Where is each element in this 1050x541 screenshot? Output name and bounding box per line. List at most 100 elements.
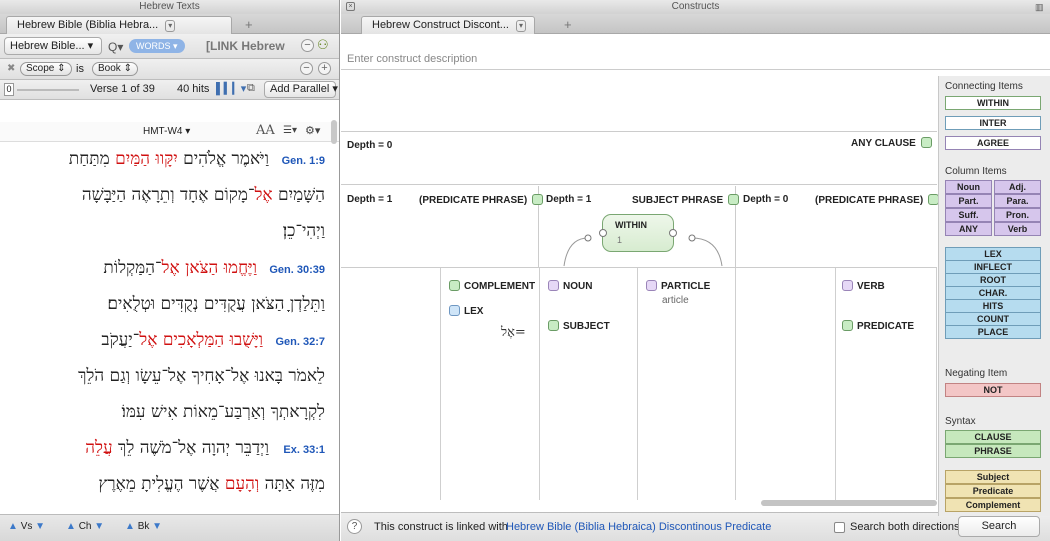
chevron-down-icon[interactable]: ▾ [516,20,527,32]
predicate-phrase-cell-1[interactable]: Depth = 1 (PREDICATE PHRASE) [341,186,543,268]
column-item-lex[interactable]: LEX [945,247,1041,261]
font-size-button[interactable]: AA [256,123,275,138]
layout-icon[interactable]: ☰▾ [283,125,297,136]
book-select[interactable]: Book ⇕ [92,62,138,76]
search-input[interactable]: [LINK Hebrew [206,39,285,53]
add-filter-icon[interactable]: + [318,62,331,75]
column-item-para[interactable]: Para. [994,194,1041,208]
checkbox-icon[interactable] [842,280,853,291]
copy-icon[interactable]: ⧉ [247,82,255,95]
sidebar-toggle-icon[interactable]: ▥ [1035,2,1044,13]
checkbox-icon[interactable] [548,280,559,291]
column-item-pron[interactable]: Pron. [994,208,1041,222]
connecting-item-within[interactable]: WITHIN [945,96,1041,110]
hit-highlight[interactable]: יִקָּווּ הַמַּיִם [115,149,178,169]
lex-item[interactable]: LEX [449,305,483,317]
scope-select[interactable]: Scope ⇕ [20,62,72,76]
column-item-verb[interactable]: Verb [994,222,1041,236]
column-6[interactable]: VERB PREDICATE [836,268,937,500]
any-clause-item[interactable]: ANY CLAUSE [851,137,932,149]
connecting-item-inter[interactable]: INTER [945,116,1041,130]
column-item-place[interactable]: PLACE [945,325,1041,339]
hit-highlight[interactable]: עֲלֵה [85,438,112,458]
people-icon[interactable]: ⚇ [317,37,329,53]
help-icon[interactable]: ? [347,519,362,534]
subject-item[interactable]: SUBJECT [548,320,610,332]
checkbox-icon[interactable] [646,280,657,291]
version-selector[interactable]: HMT-W4 ▾ [143,126,190,137]
description-input[interactable]: Enter construct description [341,48,1050,70]
predicate-item[interactable]: PREDICATE [842,320,914,332]
verb-item[interactable]: VERB [842,280,885,292]
search-icon[interactable]: Q▾ [108,40,123,54]
negating-item-not[interactable]: NOT [945,383,1041,397]
connecting-item-agree[interactable]: AGREE [945,136,1041,150]
verse-reference[interactable]: Ex. 33:1 [283,444,325,456]
syntax-item-subject[interactable]: Subject [945,470,1041,484]
scrollbar-thumb[interactable] [331,120,337,144]
column-item-root[interactable]: ROOT [945,273,1041,287]
chevron-down-icon[interactable]: ▾ [165,20,176,32]
hit-highlight[interactable]: אֶל [254,185,272,205]
within-node[interactable]: WITHIN 1 [599,214,677,252]
linked-resource-link[interactable]: Hebrew Bible (Biblia Hebraica) Discontin… [506,521,771,533]
tab-hebrew-bible[interactable]: Hebrew Bible (Biblia Hebra... ▾ [6,16,232,34]
syntax-item-complement[interactable]: Complement [945,498,1041,512]
close-filter-icon[interactable]: ✖ [7,63,15,74]
close-window-icon[interactable]: × [346,2,355,11]
predicate-phrase-cell-2[interactable]: Depth = 0 (PREDICATE PHRASE) [737,186,939,268]
verse-slider[interactable] [17,89,79,91]
checkbox-icon[interactable] [449,305,460,316]
verse-input[interactable]: 0 [4,83,14,96]
syntax-item-predicate[interactable]: Predicate [945,484,1041,498]
resource-selector[interactable]: Hebrew Bible... ▾ [4,37,102,55]
gear-icon[interactable]: ⚙▾ [305,124,320,137]
predicate-phrase-item[interactable]: (PREDICATE PHRASE) [815,194,943,206]
complement-item[interactable]: COMPLEMENT [449,280,535,292]
words-chip[interactable]: WORDS ▾ [129,39,185,53]
hit-highlight[interactable]: וַיָּשֻׁבוּ הַמַּלְאָכִים אֶל [139,330,263,350]
add-tab-icon[interactable]: + [564,17,572,32]
column-item-suff[interactable]: Suff. [945,208,992,222]
noun-item[interactable]: NOUN [548,280,592,292]
column-item-inflect[interactable]: INFLECT [945,260,1041,274]
column-item-any[interactable]: ANY [945,222,992,236]
chapter-nav[interactable]: ▲ Ch ▼ [66,521,104,532]
verse-nav[interactable]: ▲ Vs ▼ [8,521,45,532]
checkbox-icon[interactable] [548,320,559,331]
graph-icon[interactable]: ▌▍▎▾ [216,82,246,95]
column-2[interactable]: COMPLEMENT LEX =אֶל [441,268,540,500]
node-port-right[interactable] [669,229,677,237]
column-item-hits[interactable]: HITS [945,299,1041,313]
add-parallel-button[interactable]: Add Parallel ▾ [264,81,338,98]
remove-filter-icon[interactable]: − [300,62,313,75]
checkbox-icon[interactable] [449,280,460,291]
column-3[interactable]: NOUN SUBJECT [540,268,638,500]
column-item-adj[interactable]: Adj. [994,180,1041,194]
checkbox-icon[interactable] [920,137,932,148]
column-item-char[interactable]: CHAR. [945,286,1041,300]
book-nav[interactable]: ▲ Bk ▼ [125,521,162,532]
depth0-row[interactable]: Depth = 0 ANY CLAUSE [341,131,937,185]
syntax-item-clause[interactable]: CLAUSE [945,430,1041,444]
column-item-noun[interactable]: Noun [945,180,992,194]
column-item-part[interactable]: Part. [945,194,992,208]
hit-highlight[interactable]: וַיֶּחֱמוּ הַצֹּאן אֶל [162,258,257,278]
checkbox-icon[interactable] [842,320,853,331]
verse-reference[interactable]: Gen. 1:9 [282,155,325,167]
hit-highlight[interactable]: וְהָעָם [225,474,259,494]
connector-handle-right[interactable] [688,234,696,242]
verse-reference[interactable]: Gen. 30:39 [269,264,325,276]
verse-reference[interactable]: Gen. 32:7 [275,336,325,348]
connector-handle-left[interactable] [584,234,592,242]
syntax-item-phrase[interactable]: PHRASE [945,444,1041,458]
horizontal-scrollbar[interactable] [761,500,937,506]
predicate-phrase-item[interactable]: (PREDICATE PHRASE) [419,194,547,206]
tab-hebrew-construct[interactable]: Hebrew Construct Discont... ▾ [361,16,535,34]
node-port-left[interactable] [599,229,607,237]
particle-item[interactable]: PARTICLE [646,280,710,292]
add-tab-icon[interactable]: + [245,17,253,32]
search-both-checkbox[interactable] [834,522,845,533]
column-item-count[interactable]: COUNT [945,312,1041,326]
search-button[interactable]: Search [958,516,1040,537]
